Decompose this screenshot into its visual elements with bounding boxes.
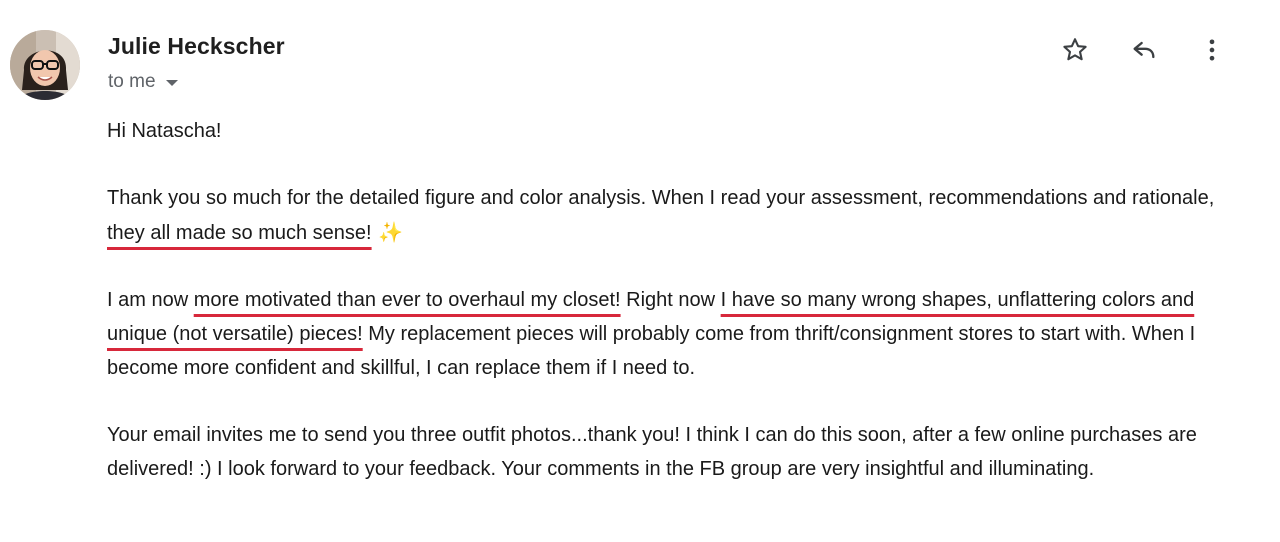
message-actions	[1055, 34, 1235, 66]
sender-name: Julie Heckscher	[108, 33, 285, 59]
paragraph-3: Your email invites me to send you three …	[107, 424, 1197, 480]
more-vert-icon	[1209, 39, 1215, 61]
more-options-button[interactable]	[1196, 34, 1228, 66]
caret-down-icon	[165, 80, 178, 86]
highlighted-text: more motivated than ever to overhaul my …	[193, 289, 621, 311]
star-button[interactable]	[1059, 34, 1091, 66]
paragraph-2-text: Right now	[620, 289, 721, 311]
reply-button[interactable]	[1128, 34, 1160, 66]
reply-icon	[1133, 41, 1155, 59]
sparkles-emoji: ✨	[371, 220, 403, 244]
sender-avatar[interactable]	[10, 30, 80, 100]
paragraph-2: I am now more motivated than ever to ove…	[107, 283, 1237, 385]
paragraph-1: Thank you so much for the detailed figur…	[107, 181, 1237, 250]
paragraph-1-text: Thank you so much for the detailed figur…	[107, 187, 1215, 209]
recipient-label: to me	[108, 71, 156, 92]
highlighted-text: they all made so much sense!	[107, 222, 372, 244]
avatar-photo	[10, 30, 80, 100]
star-icon	[1063, 38, 1087, 61]
greeting: Hi Natascha!	[107, 120, 222, 142]
paragraph-2-text: I am now	[107, 289, 194, 311]
email-body: Hi Natascha! Thank you so much for the d…	[107, 114, 1237, 519]
recipient-details-toggle[interactable]: to me	[108, 71, 178, 93]
